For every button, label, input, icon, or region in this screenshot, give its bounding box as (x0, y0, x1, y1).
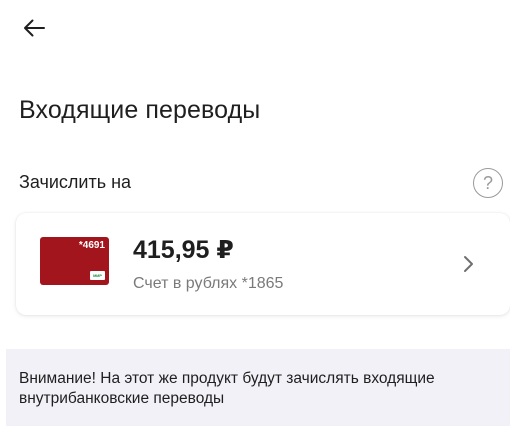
mir-logo: МИР (90, 271, 105, 280)
card-number: *4691 (78, 240, 105, 251)
account-selector[interactable]: *4691 МИР 415,95 ₽ Счет в рублях *1865 (16, 213, 510, 315)
question-circle-icon: ? (482, 172, 493, 193)
bank-card-image: *4691 МИР (40, 237, 109, 285)
arrow-left-icon (24, 19, 45, 37)
account-balance: 415,95 ₽ (133, 236, 234, 264)
help-button[interactable]: ? (473, 168, 503, 198)
credit-to-label: Зачислить на (19, 172, 132, 192)
back-button[interactable] (14, 10, 54, 46)
incoming-transfers-screen: Входящие переводы Зачислить на ? *4691 М… (0, 0, 510, 426)
notice-text: Внимание! На этот же продукт будут зачис… (19, 370, 435, 407)
chevron-right-icon (464, 256, 473, 272)
account-description: Счет в рублях *1865 (133, 275, 284, 292)
notice-banner: Внимание! На этот же продукт будут зачис… (6, 349, 510, 426)
page-title: Входящие переводы (19, 96, 261, 124)
